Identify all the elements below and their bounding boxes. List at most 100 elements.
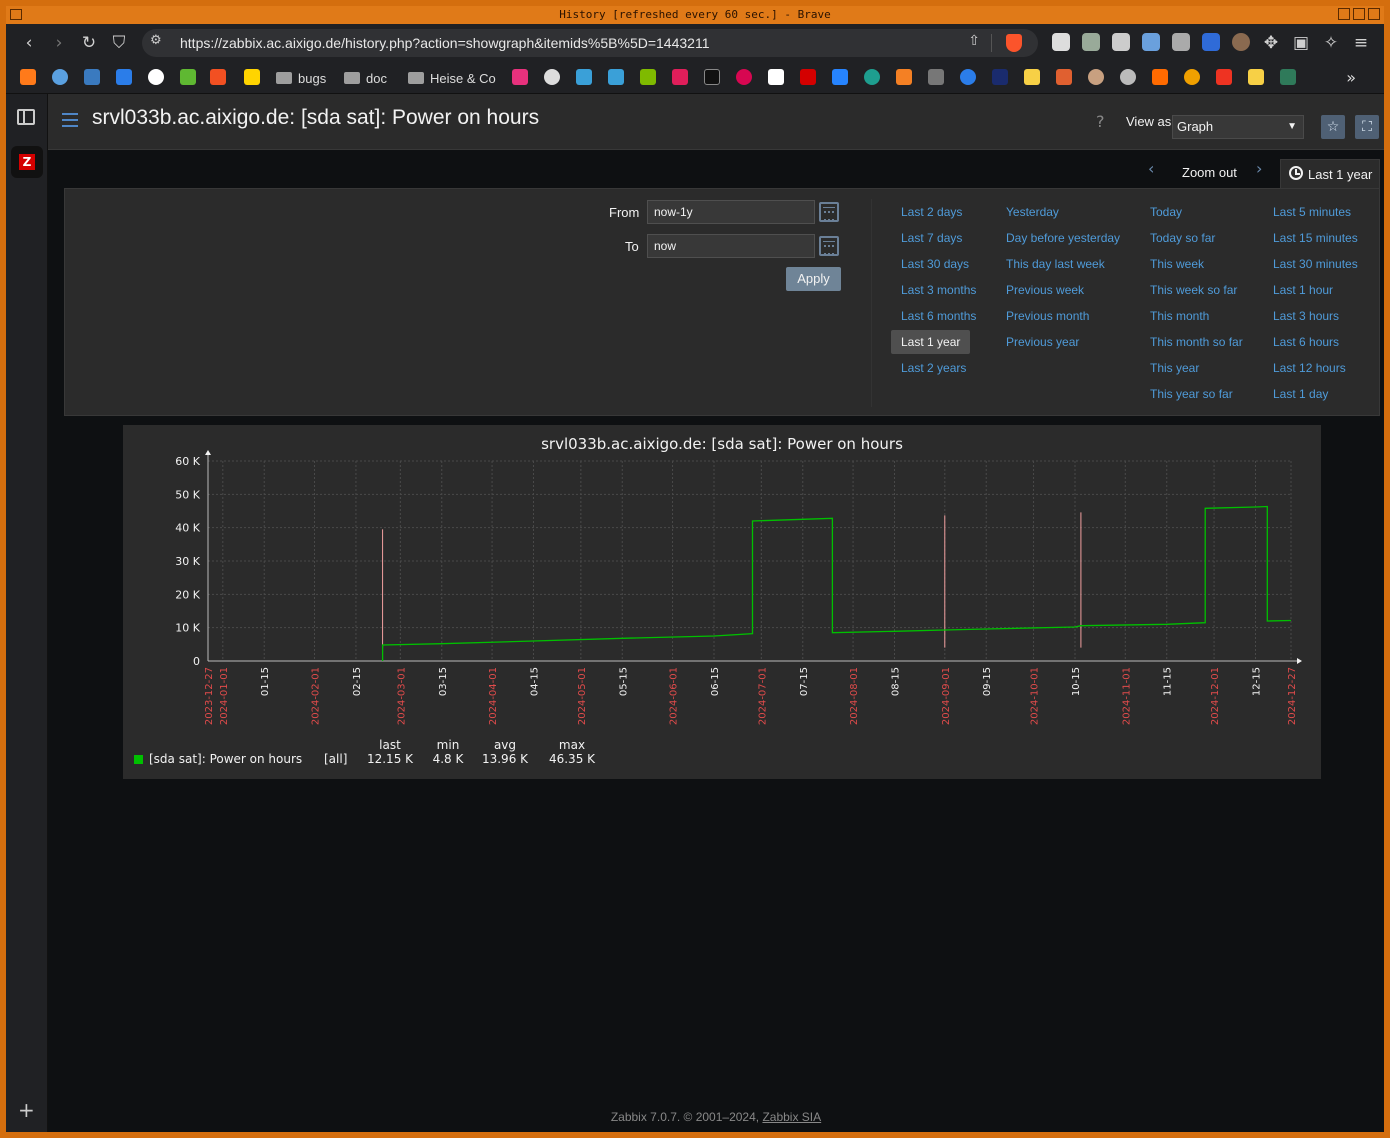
bookmark-folder-heise[interactable]: Heise & Co — [408, 68, 496, 88]
extension-icon[interactable] — [1142, 33, 1160, 51]
quick-range-link[interactable]: This day last week — [1006, 257, 1105, 271]
brave-shields-icon[interactable] — [1006, 34, 1022, 52]
calendar-icon[interactable] — [819, 236, 839, 256]
main-menu-icon[interactable] — [62, 113, 78, 127]
bookmark-favicon[interactable] — [1088, 69, 1104, 85]
footer-link[interactable]: Zabbix SIA — [762, 1110, 821, 1124]
view-as-select[interactable]: Graph ▼ — [1172, 115, 1304, 139]
bookmark-favicon[interactable] — [116, 69, 132, 85]
bookmark-favicon[interactable] — [608, 69, 624, 85]
zoom-out-button[interactable]: Zoom out — [1182, 165, 1237, 180]
stackoverflow-icon[interactable] — [896, 69, 912, 85]
add-sidebar-item-icon[interactable]: + — [18, 1098, 35, 1122]
quick-range-link[interactable]: Last 3 hours — [1273, 309, 1339, 323]
bookmark-favicon[interactable] — [180, 69, 196, 85]
bookmark-favicon[interactable] — [512, 69, 528, 85]
time-forward-icon[interactable]: › — [1256, 159, 1262, 178]
quick-range-link[interactable]: Day before yesterday — [1006, 231, 1120, 245]
tab-time-period[interactable]: Last 1 year — [1280, 159, 1380, 189]
quick-range-link[interactable]: Last 2 days — [901, 205, 962, 219]
quick-range-link[interactable]: Last 30 days — [901, 257, 969, 271]
sidebar-zabbix-item[interactable]: Z — [11, 146, 43, 178]
extension-icon[interactable] — [1112, 33, 1130, 51]
quick-range-link[interactable]: Previous year — [1006, 335, 1079, 349]
extensions-puzzle-icon[interactable]: ✥ — [1260, 32, 1282, 54]
share-icon[interactable]: ⇧ — [968, 33, 980, 49]
quick-range-link[interactable]: Previous month — [1006, 309, 1089, 323]
bookmark-favicon[interactable] — [1280, 69, 1296, 85]
sidebar-toggle-icon[interactable]: ▣ — [1290, 32, 1312, 54]
quick-range-link[interactable]: Last 1 hour — [1273, 283, 1333, 297]
quick-range-link[interactable]: Last 6 hours — [1273, 335, 1339, 349]
bookmark-favicon[interactable] — [992, 69, 1008, 85]
bookmark-folder-bugs[interactable]: bugs — [276, 68, 326, 88]
extension-icon[interactable] — [1082, 33, 1100, 51]
bookmark-favicon[interactable] — [960, 69, 976, 85]
quick-range-link[interactable]: Today — [1150, 205, 1182, 219]
miro-icon[interactable] — [244, 69, 260, 85]
bookmark-favicon[interactable] — [20, 69, 36, 85]
quick-range-link[interactable]: This year so far — [1150, 387, 1233, 401]
microsoft-icon[interactable] — [210, 69, 226, 85]
quick-range-link[interactable]: This week — [1150, 257, 1204, 271]
close-icon[interactable] — [1368, 8, 1380, 20]
leo-ai-icon[interactable]: ✧ — [1320, 32, 1342, 54]
bookmark-favicon[interactable] — [52, 69, 68, 85]
quick-range-link[interactable]: Today so far — [1150, 231, 1215, 245]
quick-range-link[interactable]: Last 3 months — [901, 283, 976, 297]
quick-range-link[interactable]: Last 2 years — [901, 361, 966, 375]
quick-range-link[interactable]: Last 7 days — [901, 231, 962, 245]
quick-range-link[interactable]: Last 1 day — [1273, 387, 1328, 401]
quick-range-link[interactable]: Yesterday — [1006, 205, 1059, 219]
quick-range-link[interactable]: This week so far — [1150, 283, 1237, 297]
quick-range-link[interactable]: This year — [1150, 361, 1199, 375]
url-text[interactable]: https://zabbix.ac.aixigo.de/history.php?… — [180, 29, 709, 57]
quick-range-link[interactable]: Last 6 months — [901, 309, 976, 323]
more-bookmarks-icon[interactable]: » — [1346, 68, 1356, 87]
bookmark-favicon[interactable] — [928, 69, 944, 85]
sidebar-panel-icon[interactable] — [17, 109, 35, 125]
menu-icon[interactable]: ≡ — [1350, 32, 1372, 54]
bookmark-favicon[interactable] — [544, 69, 560, 85]
time-back-icon[interactable]: ‹ — [1148, 159, 1154, 178]
bookmark-favicon[interactable] — [864, 69, 880, 85]
bookmark-favicon[interactable] — [1152, 69, 1168, 85]
quick-range-link[interactable]: Last 12 hours — [1273, 361, 1346, 375]
bookmark-favicon[interactable] — [704, 69, 720, 85]
help-icon[interactable]: ? — [1096, 112, 1105, 131]
back-icon[interactable]: ‹ — [18, 32, 40, 54]
python-icon[interactable] — [84, 69, 100, 85]
window-menu-icon[interactable] — [10, 9, 22, 20]
to-input[interactable]: now — [647, 234, 815, 258]
bookmark-favicon[interactable] — [1056, 69, 1072, 85]
bookmark-favicon[interactable] — [576, 69, 592, 85]
bulb-icon[interactable] — [1024, 69, 1040, 85]
bookmark-favicon[interactable] — [1216, 69, 1232, 85]
slack-icon[interactable] — [672, 69, 688, 85]
bookmark-favicon[interactable] — [1184, 69, 1200, 85]
extension-icon[interactable] — [1232, 33, 1250, 51]
bookmark-favicon[interactable] — [148, 69, 164, 85]
quick-range-link[interactable]: This month — [1150, 309, 1209, 323]
favorite-star-button[interactable]: ☆ — [1321, 115, 1345, 139]
bookmark-icon[interactable]: ⛉ — [108, 32, 130, 54]
extension-icon[interactable] — [1052, 33, 1070, 51]
extension-icon[interactable] — [1172, 33, 1190, 51]
site-settings-icon[interactable]: ⚙ — [150, 33, 162, 48]
quick-range-link[interactable]: Last 15 minutes — [1273, 231, 1358, 245]
debian-icon[interactable] — [736, 69, 752, 85]
from-input[interactable]: now-1y — [647, 200, 815, 224]
quick-range-link[interactable]: Last 5 minutes — [1273, 205, 1351, 219]
quick-range-link[interactable]: Last 1 year — [891, 330, 971, 354]
fullscreen-button[interactable]: ⛶ — [1355, 115, 1379, 139]
notifications-badge-icon[interactable] — [1202, 33, 1220, 51]
apply-button[interactable]: Apply — [786, 267, 841, 291]
zabbix-icon[interactable] — [800, 69, 816, 85]
reload-icon[interactable]: ↻ — [78, 32, 100, 54]
minimize-icon[interactable] — [1338, 8, 1350, 20]
jira-icon[interactable] — [832, 69, 848, 85]
quick-range-link[interactable]: Previous week — [1006, 283, 1084, 297]
microsoft-icon[interactable] — [640, 69, 656, 85]
wikipedia-icon[interactable] — [768, 69, 784, 85]
globe-icon[interactable] — [1120, 69, 1136, 85]
